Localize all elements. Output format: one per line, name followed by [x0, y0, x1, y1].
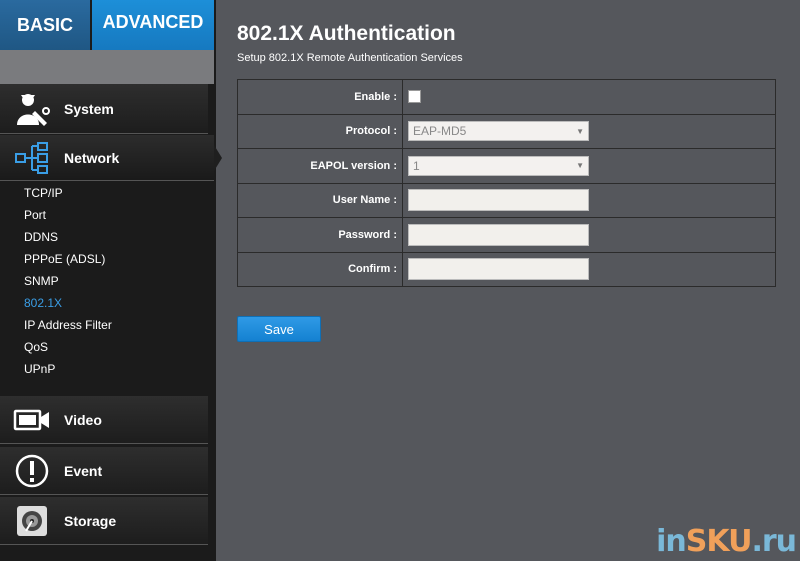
sidebar-subitem-upnp[interactable]: UPnP — [0, 358, 208, 380]
sidebar-item-label: Event — [64, 462, 103, 479]
sidebar-item-event[interactable]: Event — [0, 447, 208, 495]
form-row-eapol: EAPOL version : 1 ▼ — [237, 148, 776, 184]
confirm-password-input[interactable] — [408, 258, 589, 281]
sidebar: BASIC ADVANCED System Network TCP/IP Por… — [0, 0, 222, 561]
save-button[interactable]: Save — [237, 316, 321, 342]
video-camera-icon — [12, 402, 52, 438]
sidebar-subitem-port[interactable]: Port — [0, 204, 208, 226]
eapol-version-select[interactable]: 1 ▼ — [408, 155, 589, 176]
network-icon — [12, 140, 52, 176]
eapol-version-label: EAPOL version : — [237, 148, 403, 184]
confirm-label: Confirm : — [237, 251, 403, 287]
form-row-username: User Name : — [237, 182, 776, 218]
sidebar-item-network[interactable]: Network — [0, 135, 222, 181]
sidebar-subitem-ip-address-filter[interactable]: IP Address Filter — [0, 314, 208, 336]
sidebar-subitem-tcpip[interactable]: TCP/IP — [0, 182, 208, 204]
watermark-part2: SKU — [685, 524, 753, 559]
main-content: 802.1X Authentication Setup 802.1X Remot… — [216, 0, 800, 561]
sidebar-item-label: Video — [64, 411, 102, 428]
top-tabs: BASIC ADVANCED — [0, 0, 214, 62]
alert-icon — [12, 453, 52, 489]
username-input[interactable] — [408, 189, 589, 212]
eapol-version-select-value: 1 — [413, 158, 420, 173]
form-row-enable: Enable : — [237, 79, 776, 115]
page-title: 802.1X Authentication — [237, 22, 456, 45]
form-row-confirm: Confirm : — [237, 251, 776, 287]
watermark-part3: .ru — [751, 524, 797, 559]
sidebar-item-label: Network — [64, 149, 120, 166]
tab-advanced[interactable]: ADVANCED — [92, 0, 214, 62]
form-row-password: Password : — [237, 217, 776, 253]
sidebar-subitem-snmp[interactable]: SNMP — [0, 270, 208, 292]
system-icon — [12, 91, 52, 127]
enable-label: Enable : — [237, 79, 403, 115]
protocol-label: Protocol : — [237, 113, 403, 149]
password-label: Password : — [237, 217, 403, 253]
sidebar-subitem-qos[interactable]: QoS — [0, 336, 208, 358]
protocol-select-value: EAP-MD5 — [413, 124, 467, 139]
sidebar-subitem-ddns[interactable]: DDNS — [0, 226, 208, 248]
storage-disk-icon — [12, 503, 52, 539]
sidebar-item-label: System — [64, 100, 114, 117]
username-label: User Name : — [237, 182, 403, 218]
chevron-down-icon: ▼ — [576, 161, 584, 171]
enable-checkbox[interactable] — [408, 90, 421, 104]
sidebar-item-storage[interactable]: Storage — [0, 497, 208, 545]
sidebar-item-video[interactable]: Video — [0, 396, 208, 444]
watermark-part1: in — [656, 524, 687, 559]
tab-basic[interactable]: BASIC — [0, 0, 90, 50]
page-subtitle: Setup 802.1X Remote Authentication Servi… — [237, 52, 463, 64]
network-subnav: TCP/IP Port DDNS PPPoE (ADSL) SNMP 802.1… — [0, 182, 208, 380]
protocol-select[interactable]: EAP-MD5 ▼ — [408, 121, 589, 142]
form-row-protocol: Protocol : EAP-MD5 ▼ — [237, 113, 776, 149]
sidebar-header-band — [0, 50, 214, 84]
password-input[interactable] — [408, 223, 589, 246]
sidebar-subitem-pppoe[interactable]: PPPoE (ADSL) — [0, 248, 208, 270]
settings-form: Enable : Protocol : EAP-MD5 ▼ EAPOL vers… — [237, 79, 776, 287]
chevron-down-icon: ▼ — [576, 126, 584, 136]
sidebar-subitem-8021x[interactable]: 802.1X — [0, 292, 208, 314]
watermark-logo: inSKU.ru — [656, 524, 797, 559]
sidebar-item-system[interactable]: System — [0, 84, 208, 134]
sidebar-item-label: Storage — [64, 512, 117, 529]
